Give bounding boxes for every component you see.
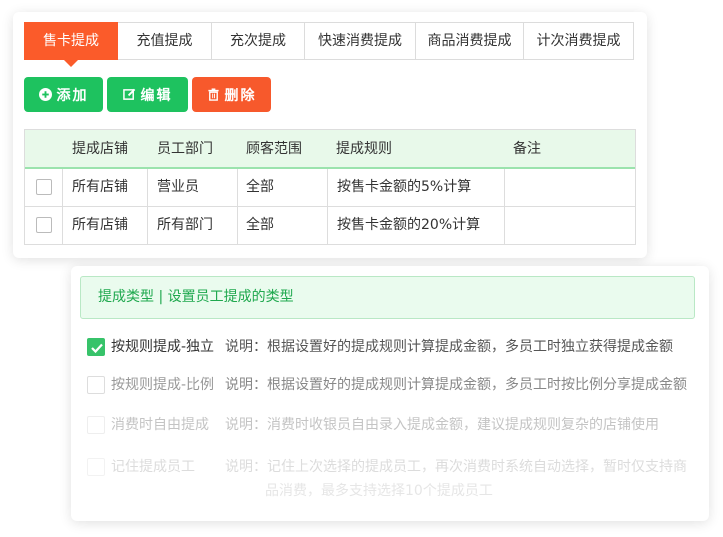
tab-recharge-commission[interactable]: 充值提成	[118, 22, 212, 60]
tab-label: 快速消费提成	[318, 33, 402, 49]
delete-button-label: 删除	[224, 87, 257, 104]
col-note-header: 备注	[513, 141, 541, 157]
col-store-header: 提成店铺	[72, 141, 128, 157]
row-checkbox[interactable]	[36, 217, 52, 233]
commission-type-panel: 提成类型 | 设置员工提成的类型 按规则提成-独立 说明：根据设置好的提成规则计…	[71, 266, 709, 521]
option-label: 按规则提成-比例	[111, 377, 215, 393]
tab-times-recharge-commission[interactable]: 充次提成	[212, 22, 305, 60]
tab-quick-consume-commission[interactable]: 快速消费提成	[305, 22, 416, 60]
row-checkbox[interactable]	[36, 179, 52, 195]
tab-goods-consume-commission[interactable]: 商品消费提成	[416, 22, 524, 60]
tab-label: 计次消费提成	[536, 33, 621, 49]
tab-label: 充值提成	[136, 33, 193, 49]
commission-rules-panel: 售卡提成 充值提成 充次提成 快速消费提成 商品消费提成 计次消费提成 添加 编…	[13, 12, 647, 258]
table-header: 提成店铺 员工部门 顾客范围 提成规则 备注	[25, 130, 635, 169]
option-description: 说明：消费时收银员自由录入提成金额，建议提成规则复杂的店铺使用	[225, 417, 659, 433]
cell-store: 所有店铺	[72, 179, 128, 195]
commission-type-hint: 提成类型 | 设置员工提成的类型	[80, 276, 695, 319]
col-rule-header: 提成规则	[336, 141, 392, 157]
tab-label: 商品消费提成	[427, 33, 512, 49]
commission-tabs: 售卡提成 充值提成 充次提成 快速消费提成 商品消费提成 计次消费提成	[24, 22, 634, 67]
col-scope-header: 顾客范围	[246, 141, 302, 157]
add-button-label: 添加	[56, 87, 89, 104]
option-label: 消费时自由提成	[111, 417, 209, 433]
col-dept-header: 员工部门	[157, 141, 213, 157]
option-label: 按规则提成-独立	[111, 339, 215, 355]
tab-times-consume-commission[interactable]: 计次消费提成	[524, 22, 634, 60]
trash-icon	[207, 88, 219, 101]
check-icon	[91, 343, 103, 354]
checkbox-checked[interactable]	[87, 338, 105, 356]
commission-rules-table: 提成店铺 员工部门 顾客范围 提成规则 备注 所有店铺 营业员 全部 按售卡金额…	[24, 129, 636, 245]
cell-rule: 按售卡金额的5%计算	[337, 179, 472, 195]
option-description: 说明：根据设置好的提成规则计算提成金额，多员工时按比例分享提成金额	[225, 377, 687, 393]
plus-circle-icon	[38, 88, 52, 101]
edit-button-label: 编辑	[140, 87, 173, 104]
option-description: 说明：记住上次选择的提成员工，再次消费时系统自动选择，暂时仅支持商	[225, 459, 687, 475]
tab-card-sale-commission[interactable]: 售卡提成	[24, 22, 118, 67]
table-row[interactable]: 所有店铺 营业员 全部 按售卡金额的5%计算	[25, 169, 635, 207]
cell-store: 所有店铺	[72, 217, 128, 233]
tab-label: 售卡提成	[43, 33, 99, 49]
cell-scope: 全部	[246, 179, 274, 195]
cell-dept: 营业员	[157, 179, 199, 195]
active-tab-arrow	[63, 59, 79, 67]
checkbox[interactable]	[87, 416, 105, 434]
checkbox[interactable]	[87, 458, 105, 476]
checkbox[interactable]	[87, 376, 105, 394]
edit-icon	[122, 88, 135, 100]
cell-scope: 全部	[246, 217, 274, 233]
delete-button[interactable]: 删除	[192, 77, 271, 112]
table-row[interactable]: 所有店铺 所有部门 全部 按售卡金额的20%计算	[25, 207, 635, 245]
edit-button[interactable]: 编辑	[107, 77, 188, 112]
cell-dept: 所有部门	[157, 217, 213, 233]
cell-rule: 按售卡金额的20%计算	[337, 217, 481, 233]
add-button[interactable]: 添加	[24, 77, 103, 112]
tab-label: 充次提成	[230, 33, 286, 49]
option-description-continued: 品消费，最多支持选择10个提成员工	[265, 483, 493, 499]
option-label: 记住提成员工	[111, 459, 195, 475]
option-description: 说明：根据设置好的提成规则计算提成金额，多员工时独立获得提成金额	[225, 339, 673, 355]
